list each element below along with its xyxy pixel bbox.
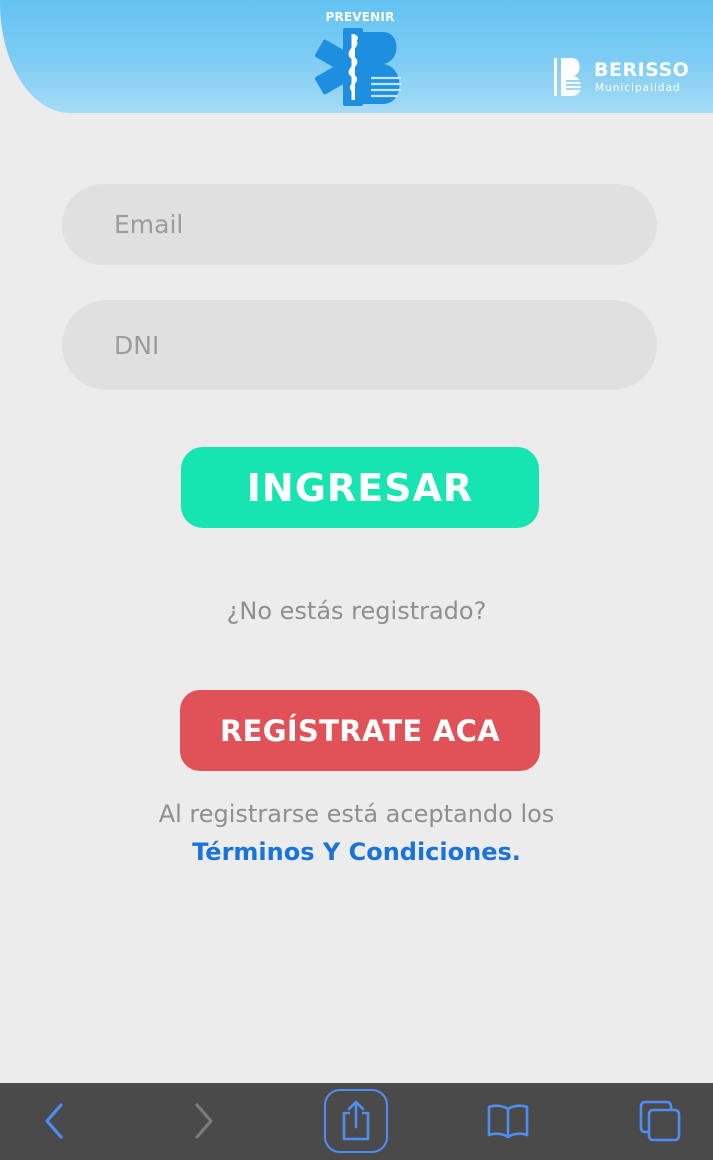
terms-link[interactable]: Términos Y Condiciones.	[0, 838, 713, 866]
tabs-icon	[639, 1100, 681, 1142]
email-input[interactable]	[62, 184, 657, 265]
share-button[interactable]	[324, 1089, 388, 1153]
register-button[interactable]: REGÍSTRATE ACA	[180, 690, 540, 771]
berisso-b-icon	[554, 58, 582, 96]
medical-star-b-icon	[315, 28, 402, 106]
back-icon	[45, 1103, 63, 1139]
bookmarks-icon	[487, 1104, 529, 1139]
login-button[interactable]: INGRESAR	[181, 447, 539, 528]
browser-toolbar	[0, 1083, 713, 1160]
bookmarks-button[interactable]	[476, 1089, 540, 1153]
forward-button[interactable]	[172, 1089, 236, 1153]
back-button[interactable]	[22, 1089, 86, 1153]
brand-name: BERISSO	[594, 59, 690, 81]
terms-notice: Al registrarse está aceptando los	[158, 800, 555, 828]
prevenir-logo: PREVENIR	[310, 8, 410, 108]
dni-input[interactable]	[62, 300, 657, 390]
berisso-logo: BERISSO Municipalidad	[552, 56, 702, 98]
share-icon	[342, 1100, 370, 1141]
login-page: PREVENIR BERISSO Municipalidad Email DNI…	[0, 0, 713, 1160]
header-bar: PREVENIR BERISSO Municipalidad	[0, 0, 713, 113]
tabs-button[interactable]	[628, 1089, 692, 1153]
brand-subtitle: Municipalidad	[595, 82, 681, 94]
forward-icon	[195, 1103, 213, 1139]
not-registered-text: ¿No estás registrado?	[226, 597, 487, 625]
logo-title: PREVENIR	[325, 10, 395, 24]
